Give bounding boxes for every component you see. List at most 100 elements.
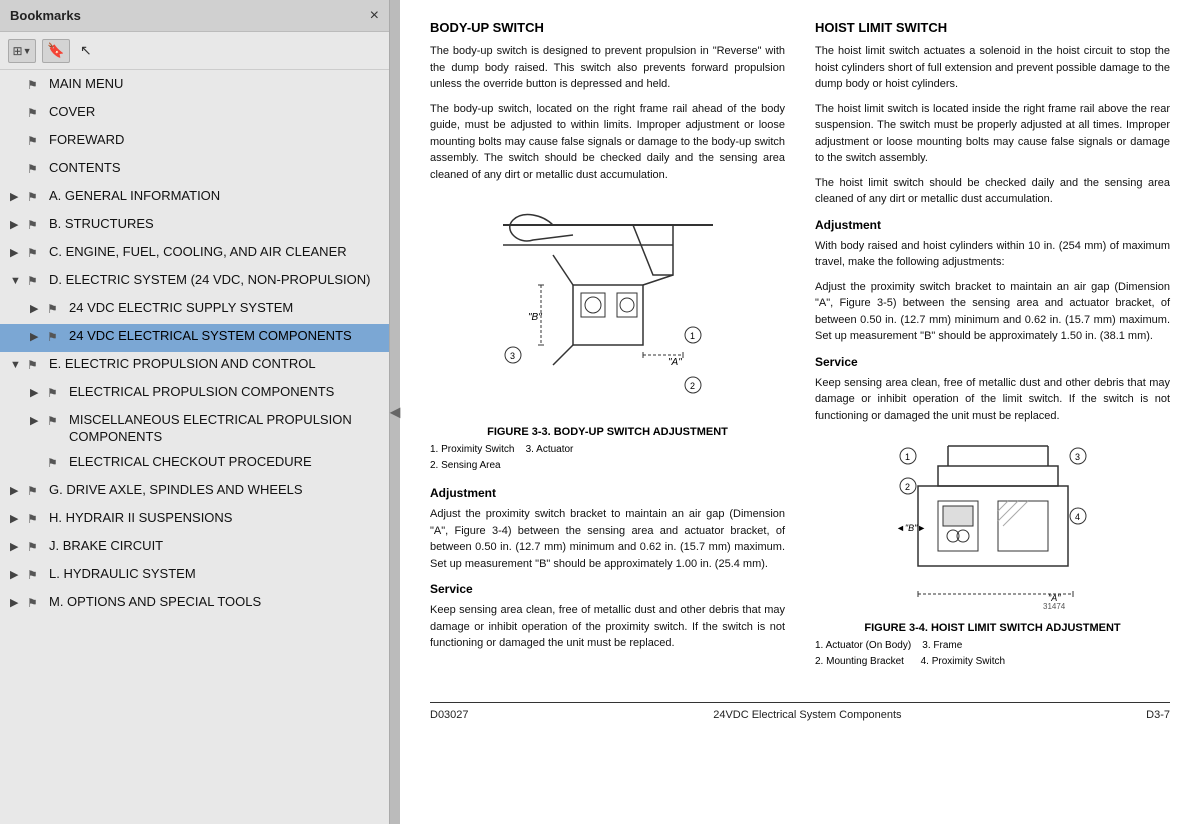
- bookmark-label: D. ELECTRIC SYSTEM (24 VDC, NON-PROPULSI…: [49, 272, 381, 289]
- bookmark-label: ELECTRICAL PROPULSION COMPONENTS: [69, 384, 381, 401]
- bookmark-label: J. BRAKE CIRCUIT: [49, 538, 381, 555]
- bookmark-item-structures[interactable]: ▶ ⚑ B. STRUCTURES: [0, 212, 389, 240]
- bookmark-flag-icon: ⚑: [27, 162, 43, 178]
- expand-arrow: ▶: [10, 484, 24, 498]
- bookmark-item-engine[interactable]: ▶ ⚑ C. ENGINE, FUEL, COOLING, AND AIR CL…: [0, 240, 389, 268]
- svg-text:"B": "B": [528, 312, 542, 323]
- expand-arrow: ▶: [30, 386, 44, 400]
- dropdown-arrow: ▼: [23, 46, 32, 56]
- expand-arrow: ▶: [10, 540, 24, 554]
- hoist-para2: The hoist limit switch is located inside…: [815, 101, 1170, 167]
- bookmark-item-electric-sys[interactable]: ▼ ⚑ D. ELECTRIC SYSTEM (24 VDC, NON-PROP…: [0, 268, 389, 296]
- right-column: HOIST LIMIT SWITCH The hoist limit switc…: [815, 20, 1170, 682]
- svg-text:31474: 31474: [1043, 602, 1066, 611]
- bookmark-item-elec-checkout[interactable]: ⚑ ELECTRICAL CHECKOUT PROCEDURE: [0, 450, 389, 478]
- service-text-left: Keep sensing area clean, free of metalli…: [430, 602, 785, 652]
- hoist-diagram: ◄"B"► "A" 2 3 1 4 31474: [878, 436, 1108, 611]
- bookmark-label: 24 VDC ELECTRICAL SYSTEM COMPONENTS: [69, 328, 381, 345]
- svg-text:4: 4: [1075, 512, 1080, 522]
- adjustment-text-right: With body raised and hoist cylinders wit…: [815, 238, 1170, 271]
- service-title-left: Service: [430, 582, 785, 596]
- footer-left: D03027: [430, 709, 469, 721]
- bookmarks-list: ⚑ MAIN MENU ⚑ COVER ⚑ FOREWARD ⚑ CONTENT…: [0, 70, 389, 824]
- bookmark-label: A. GENERAL INFORMATION: [49, 188, 381, 205]
- adjustment-title-right: Adjustment: [815, 218, 1170, 232]
- cursor-icon: ↖: [80, 42, 92, 59]
- hoist-limit-title: HOIST LIMIT SWITCH: [815, 20, 1170, 35]
- toolbar: ⊞ ▼ 🔖 ↖: [0, 32, 389, 70]
- bookmark-label: MAIN MENU: [49, 76, 381, 93]
- svg-text:◄"B"►: ◄"B"►: [896, 523, 926, 533]
- adjustment-title-left: Adjustment: [430, 486, 785, 500]
- bookmark-item-electric-prop[interactable]: ▼ ⚑ E. ELECTRIC PROPULSION AND CONTROL: [0, 352, 389, 380]
- left-column: BODY-UP SWITCH The body-up switch is des…: [430, 20, 785, 682]
- bookmark-item-main-menu[interactable]: ⚑ MAIN MENU: [0, 72, 389, 100]
- bookmark-flag-icon: ⚑: [27, 484, 43, 500]
- bookmark-label: L. HYDRAULIC SYSTEM: [49, 566, 381, 583]
- svg-text:3: 3: [510, 351, 515, 361]
- document-content: BODY-UP SWITCH The body-up switch is des…: [430, 20, 1170, 682]
- legend-item: 1. Actuator (On Body) 3. Frame: [815, 638, 1170, 654]
- expand-arrow: ▶: [10, 568, 24, 582]
- bookmark-item-hydrair[interactable]: ▶ ⚑ H. HYDRAIR II SUSPENSIONS: [0, 506, 389, 534]
- bookmark-flag-icon: ⚑: [27, 512, 43, 528]
- bookmark-item-hydraulic[interactable]: ▶ ⚑ L. HYDRAULIC SYSTEM: [0, 562, 389, 590]
- body-up-para1: The body-up switch is designed to preven…: [430, 43, 785, 93]
- service-text-right: Keep sensing area clean, free of metalli…: [815, 375, 1170, 425]
- bookmark-item-24vdc-supply[interactable]: ▶ ⚑ 24 VDC ELECTRIC SUPPLY SYSTEM: [0, 296, 389, 324]
- bookmark-flag-icon: ⚑: [27, 190, 43, 206]
- bookmark-item-elec-prop-comp[interactable]: ▶ ⚑ ELECTRICAL PROPULSION COMPONENTS: [0, 380, 389, 408]
- close-button[interactable]: ×: [370, 8, 379, 24]
- divider-arrow: ◀: [390, 404, 401, 421]
- list-view-button[interactable]: ⊞ ▼: [8, 39, 36, 63]
- svg-text:3: 3: [1075, 452, 1080, 462]
- bookmark-item-cover[interactable]: ⚑ COVER: [0, 100, 389, 128]
- bookmark-label: CONTENTS: [49, 160, 381, 177]
- bookmark-flag-icon: ⚑: [47, 330, 63, 346]
- svg-text:"A": "A": [668, 357, 682, 368]
- bookmark-button[interactable]: 🔖: [42, 39, 70, 63]
- bookmark-item-drive-axle[interactable]: ▶ ⚑ G. DRIVE AXLE, SPINDLES AND WHEELS: [0, 478, 389, 506]
- hoist-para3: The hoist limit switch should be checked…: [815, 175, 1170, 208]
- service-title-right: Service: [815, 355, 1170, 369]
- bookmark-flag-icon: ⚑: [27, 540, 43, 556]
- bookmark-flag-icon: ⚑: [27, 246, 43, 262]
- bookmark-label: M. OPTIONS AND SPECIAL TOOLS: [49, 594, 381, 611]
- expand-arrow: ▶: [10, 512, 24, 526]
- panel-divider[interactable]: ◀: [390, 0, 400, 824]
- svg-text:1: 1: [690, 331, 695, 341]
- expand-arrow: ▶: [10, 596, 24, 610]
- body-up-switch-title: BODY-UP SWITCH: [430, 20, 785, 35]
- bookmark-flag-icon: ⚑: [47, 414, 63, 430]
- footer-center: 24VDC Electrical System Components: [713, 709, 901, 721]
- bookmark-label: FOREWARD: [49, 132, 381, 149]
- bookmark-item-24vdc-components[interactable]: ▶ ⚑ 24 VDC ELECTRICAL SYSTEM COMPONENTS: [0, 324, 389, 352]
- bookmark-item-foreward[interactable]: ⚑ FOREWARD: [0, 128, 389, 156]
- body-up-figure-caption: FIGURE 3-3. BODY-UP SWITCH ADJUSTMENT: [430, 426, 785, 438]
- body-up-figure: "B" "A" 3 1 2: [430, 195, 785, 474]
- expand-arrow: ▶: [10, 190, 24, 204]
- legend-item: 2. Sensing Area: [430, 458, 785, 474]
- adjustment-text2-right: Adjust the proximity switch bracket to m…: [815, 279, 1170, 345]
- bookmark-label: COVER: [49, 104, 381, 121]
- legend-item: 2. Mounting Bracket 4. Proximity Switch: [815, 654, 1170, 670]
- bookmark-label: C. ENGINE, FUEL, COOLING, AND AIR CLEANE…: [49, 244, 381, 261]
- document-panel: BODY-UP SWITCH The body-up switch is des…: [400, 0, 1200, 824]
- bookmark-item-general-info[interactable]: ▶ ⚑ A. GENERAL INFORMATION: [0, 184, 389, 212]
- hoist-figure-legend: 1. Actuator (On Body) 3. Frame 2. Mounti…: [815, 638, 1170, 670]
- toolbar-group: ⊞ ▼: [8, 39, 36, 63]
- bookmark-item-misc-elec[interactable]: ▶ ⚑ MISCELLANEOUS ELECTRICAL PROPULSION …: [0, 408, 389, 450]
- bookmark-item-contents[interactable]: ⚑ CONTENTS: [0, 156, 389, 184]
- body-up-figure-legend: 1. Proximity Switch 3. Actuator 2. Sensi…: [430, 442, 785, 474]
- bookmarks-panel: Bookmarks × ⊞ ▼ 🔖 ↖ ⚑ MAIN MENU ⚑ COVER: [0, 0, 390, 824]
- hoist-para1: The hoist limit switch actuates a soleno…: [815, 43, 1170, 93]
- bookmark-flag-icon: ⚑: [27, 218, 43, 234]
- expand-arrow: ▶: [30, 302, 44, 316]
- bookmark-item-options[interactable]: ▶ ⚑ M. OPTIONS AND SPECIAL TOOLS: [0, 590, 389, 618]
- bookmark-item-brake[interactable]: ▶ ⚑ J. BRAKE CIRCUIT: [0, 534, 389, 562]
- bookmark-label: B. STRUCTURES: [49, 216, 381, 233]
- bookmark-label: MISCELLANEOUS ELECTRICAL PROPULSION COMP…: [69, 412, 381, 446]
- adjustment-text-left: Adjust the proximity switch bracket to m…: [430, 506, 785, 572]
- bookmark-flag-icon: ⚑: [47, 386, 63, 402]
- bookmark-label: 24 VDC ELECTRIC SUPPLY SYSTEM: [69, 300, 381, 317]
